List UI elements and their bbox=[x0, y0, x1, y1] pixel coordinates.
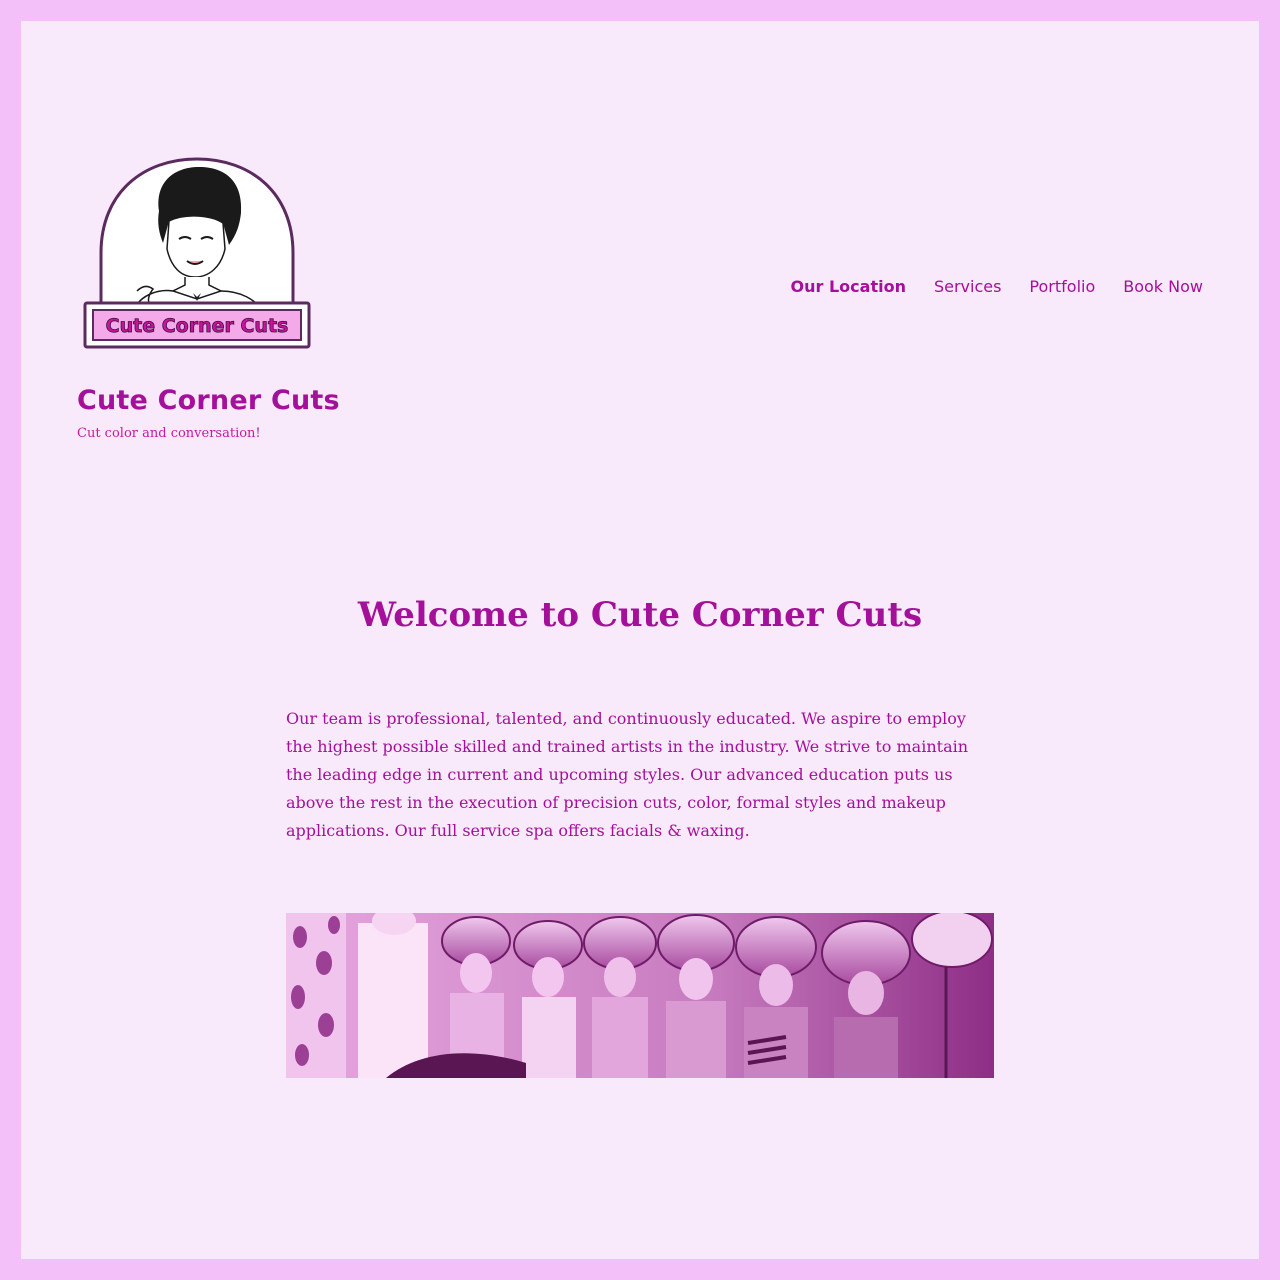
page-container: Cute Corner Cuts Cute Corner Cuts Cut co… bbox=[21, 21, 1259, 1259]
page-headline: Welcome to Cute Corner Cuts bbox=[357, 595, 923, 635]
salon-photo-illustration bbox=[286, 913, 994, 1078]
site-tagline: Cut color and conversation! bbox=[77, 426, 261, 441]
site-title[interactable]: Cute Corner Cuts bbox=[77, 385, 340, 416]
intro-paragraph: Our team is professional, talented, and … bbox=[286, 709, 969, 840]
nav-item-book-now[interactable]: Book Now bbox=[1123, 277, 1203, 296]
nav-item-services[interactable]: Services bbox=[934, 277, 1001, 296]
nav-item-our-location[interactable]: Our Location bbox=[791, 277, 906, 296]
site-logo[interactable]: Cute Corner Cuts bbox=[81, 153, 313, 353]
logo-text: Cute Corner Cuts bbox=[106, 315, 289, 337]
salon-photo bbox=[286, 913, 994, 1078]
main-nav: Our Location Services Portfolio Book Now bbox=[791, 277, 1203, 296]
nav-item-portfolio[interactable]: Portfolio bbox=[1029, 277, 1095, 296]
